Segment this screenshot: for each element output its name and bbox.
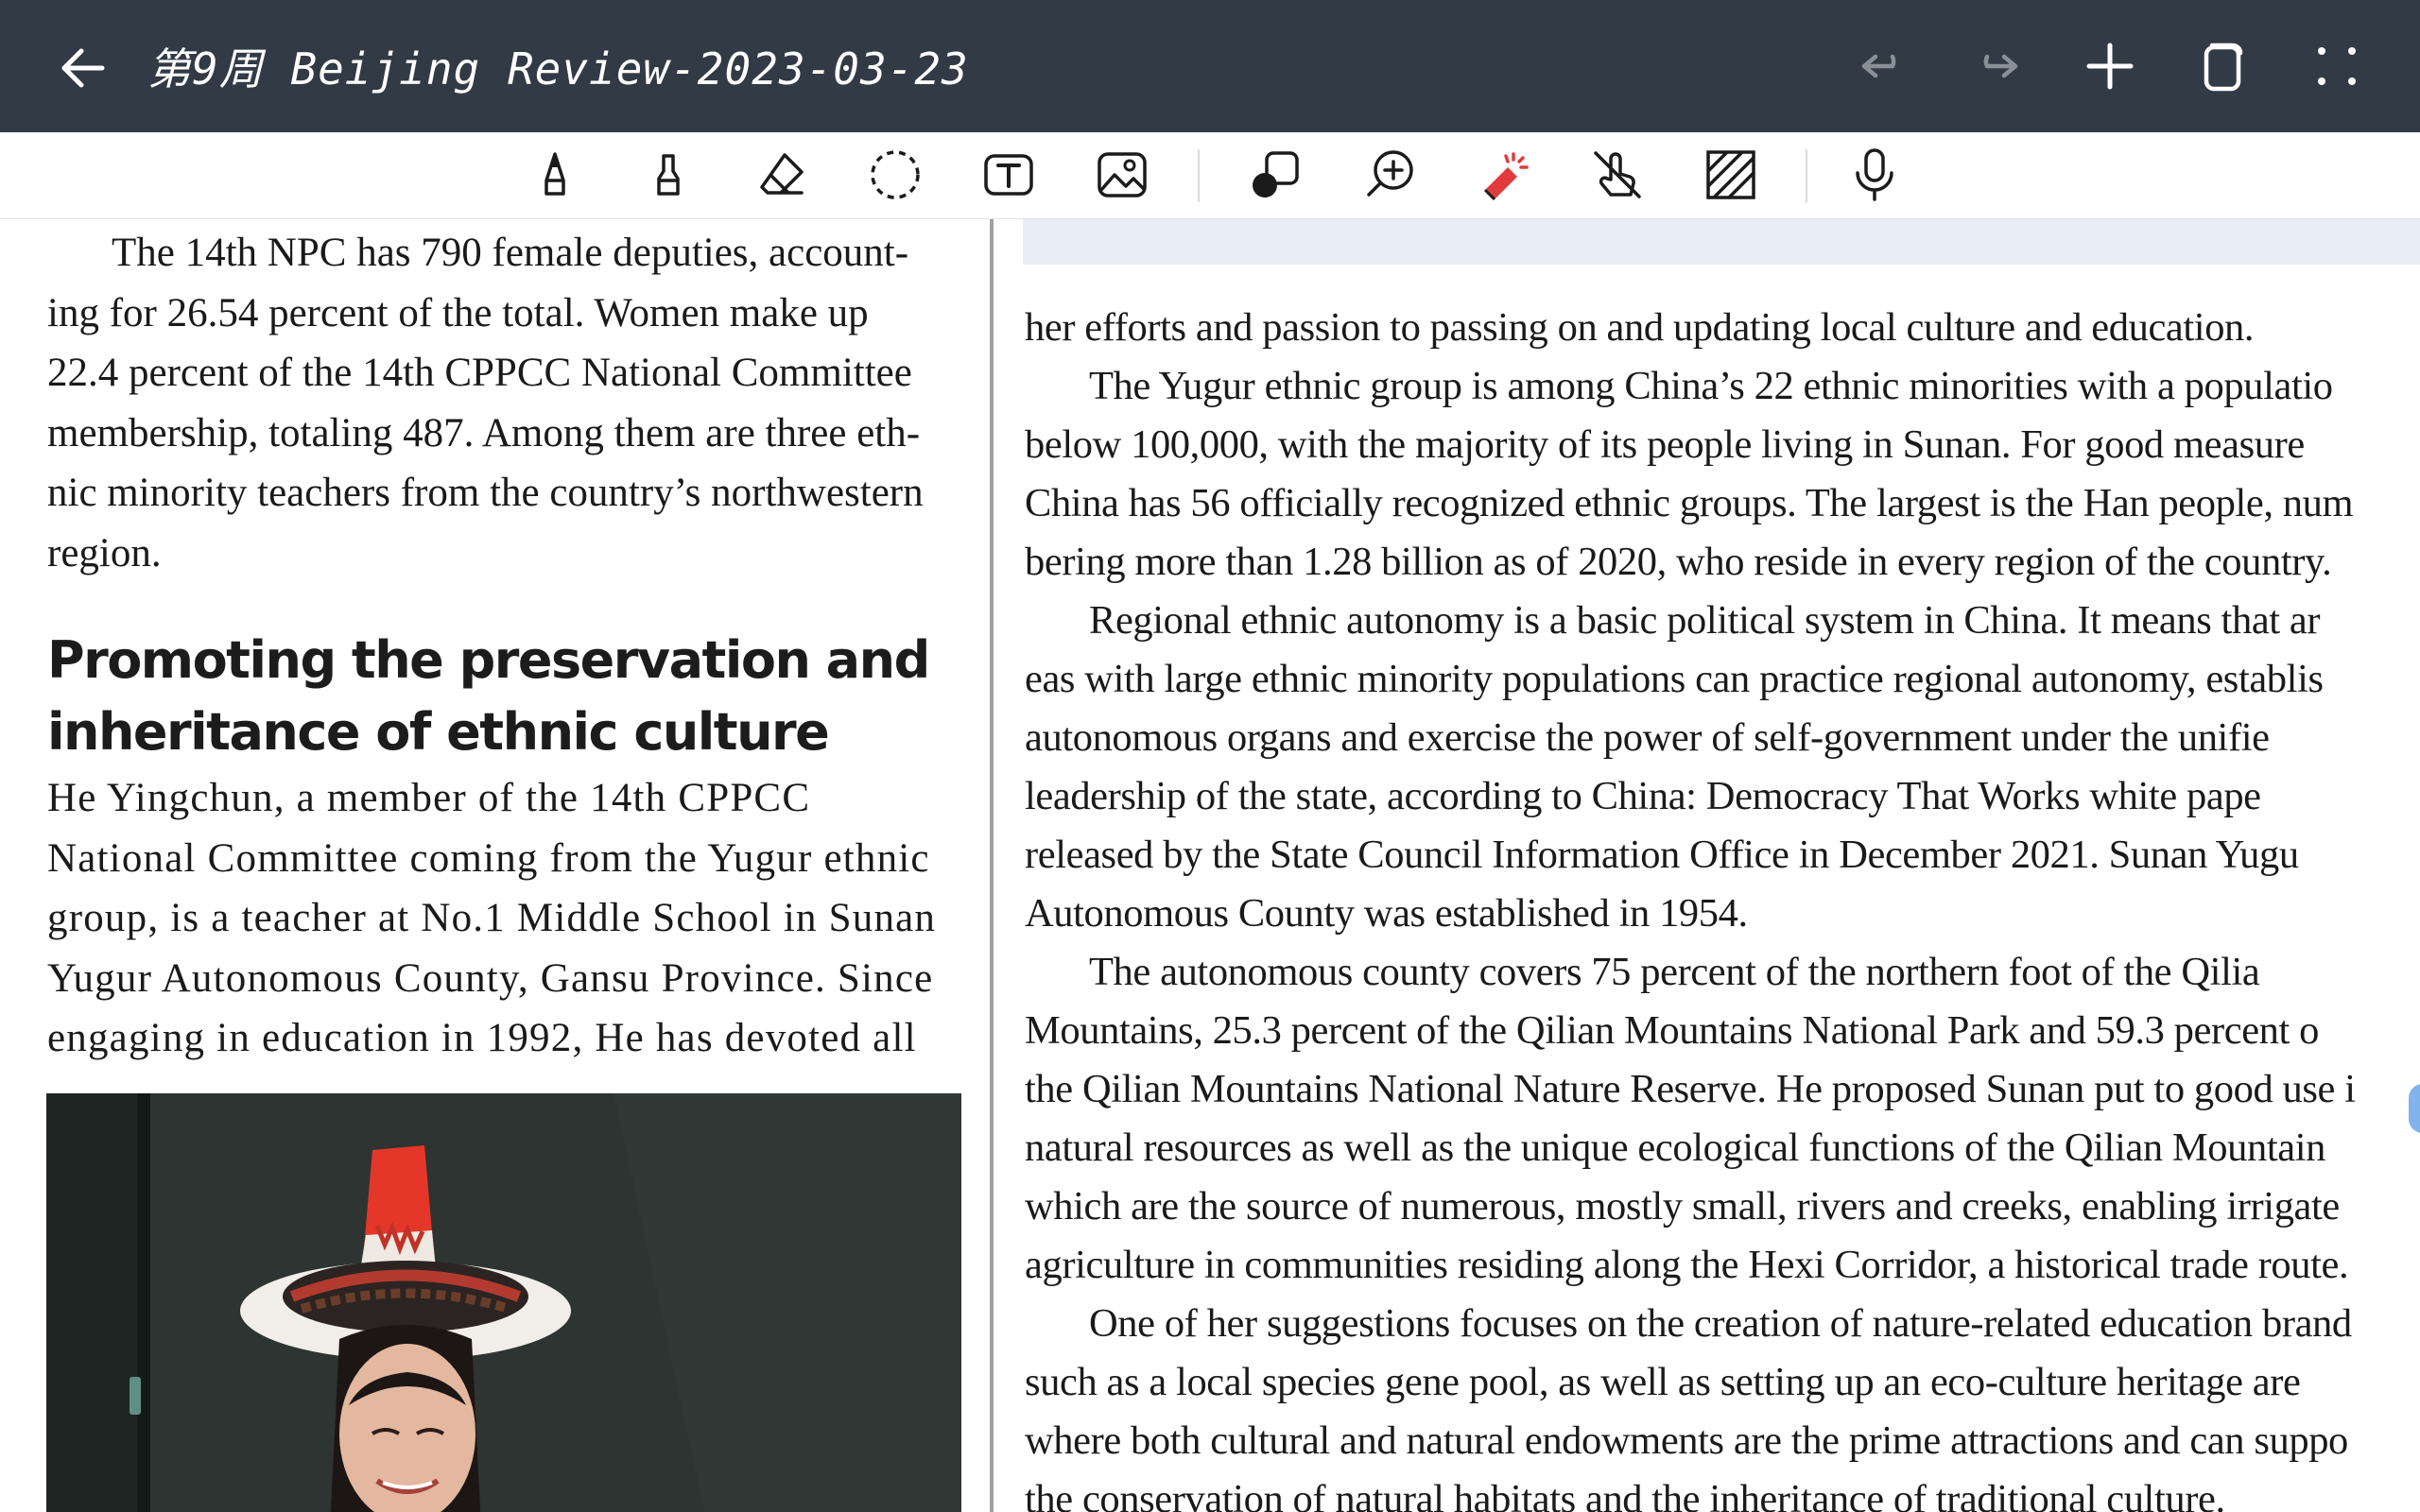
text-line: agriculture in communities residing alon…	[1025, 1243, 2349, 1287]
text-line: engaging in education in 1992, He has de…	[47, 1016, 917, 1060]
text-line: The autonomous county covers 75 percent …	[1089, 950, 2260, 994]
fullscreen-button[interactable]	[2307, 36, 2367, 96]
document-view[interactable]: The 14th NPC has 790 female deputies, ac…	[0, 219, 2420, 1512]
text-line: natural resources as well as the unique …	[1025, 1125, 2325, 1170]
image-icon	[1098, 152, 1147, 198]
title-actions	[1853, 0, 2420, 132]
text-line: ing for 26.54 percent of the total. Wome…	[47, 290, 869, 335]
eraser-tool[interactable]	[752, 146, 811, 204]
toolbar-separator	[1806, 149, 1807, 202]
paragraph: The 14th NPC has 790 female deputies, ac…	[47, 223, 960, 583]
eraser-icon	[760, 153, 804, 195]
redo-button[interactable]	[1966, 36, 2027, 96]
undo-icon	[1861, 54, 1896, 78]
text-line: below 100,000, with the majority of its …	[1025, 422, 2305, 467]
undo-button[interactable]	[1853, 36, 1913, 96]
text-line: Regional ethnic autonomy is a basic poli…	[1089, 598, 2321, 643]
highlighter-icon	[657, 154, 680, 196]
text-line: He Yingchun, a member of the 14th CPPCC	[47, 776, 811, 820]
pattern-icon	[1706, 150, 1755, 199]
text-line: membership, totaling 487. Among them are…	[47, 410, 921, 455]
text-line: her efforts and passion to passing on an…	[1025, 305, 2255, 350]
microphone-icon	[1856, 148, 1893, 201]
text-line: One of her suggestions focuses on the cr…	[1089, 1301, 2352, 1346]
text-line: Yugur Autonomous County, Gansu Province.…	[47, 955, 934, 1001]
copy-icon	[2204, 43, 2243, 92]
touch-draw-icon	[1594, 151, 1641, 198]
text-box-tool[interactable]	[979, 146, 1038, 204]
text-line: where both cultural and natural endowmen…	[1025, 1418, 2348, 1463]
lasso-icon	[871, 150, 920, 199]
text-line: released by the State Council Informatio…	[1025, 833, 2299, 877]
heading-line: inheritance of ethnic culture	[47, 702, 830, 762]
touch-draw-tool[interactable]	[1588, 146, 1647, 204]
laser-pointer-icon	[1483, 152, 1529, 201]
zoom-tool[interactable]	[1361, 146, 1420, 204]
arrow-left-icon	[61, 48, 105, 88]
text-line: leadership of the state, according to Ch…	[1025, 774, 2261, 818]
plus-icon	[2086, 43, 2134, 90]
text-line: 22.4 percent of the 14th CPPCC National …	[47, 351, 912, 395]
text-line: region.	[47, 530, 162, 576]
microphone-tool[interactable]	[1845, 146, 1904, 204]
paragraph: He Yingchun, a member of the 14th CPPCC …	[47, 768, 960, 1069]
copy-button[interactable]	[2193, 36, 2254, 96]
toolbar-separator	[1198, 149, 1200, 202]
text-line: the Qilian Mountains National Nature Res…	[1025, 1067, 2356, 1111]
text-box-icon	[984, 154, 1033, 196]
add-page-button[interactable]	[2080, 36, 2140, 96]
text-line: The Yugur ethnic group is among China’s …	[1089, 364, 2333, 408]
zoom-in-icon	[1367, 150, 1413, 197]
heading-line: Promoting the preservation and	[47, 630, 930, 690]
text-line: eas with large ethnic minority populatio…	[1025, 657, 2324, 701]
text-line: such as a local species gene pool, as we…	[1025, 1360, 2301, 1404]
photo-of-woman-in-yugur-hat	[46, 1093, 961, 1512]
document-title: 第9周 Beijing Review-2023-03-23	[147, 43, 969, 94]
page-divider	[990, 219, 994, 1512]
back-button[interactable]	[53, 38, 113, 98]
laser-pointer-tool[interactable]	[1475, 146, 1533, 204]
text-line: nic minority teachers from the country’s…	[47, 471, 924, 515]
shapes-icon	[1253, 151, 1299, 198]
annotation-toolbar	[0, 132, 2420, 219]
redo-icon	[1983, 54, 2018, 78]
pattern-tool[interactable]	[1702, 146, 1760, 204]
text-line: which are the source of numerous, mostly…	[1025, 1184, 2340, 1228]
text-line: China has 56 officially recognized ethni…	[1025, 481, 2354, 525]
right-page-column: her efforts and passion to passing on an…	[1025, 219, 2420, 1512]
image-tool[interactable]	[1093, 146, 1151, 204]
text-line: group, is a teacher at No.1 Middle Schoo…	[47, 896, 937, 940]
floating-assistant-handle[interactable]	[2409, 1084, 2420, 1133]
lasso-tool[interactable]	[866, 146, 925, 204]
text-line: Autonomous County was established in 195…	[1025, 891, 1748, 936]
text-line: autonomous organs and exercise the power…	[1025, 715, 2270, 760]
text-line: bering more than 1.28 billion as of 2020…	[1025, 540, 2332, 584]
fullscreen-icon	[2318, 47, 2356, 85]
title-bar: 第9周 Beijing Review-2023-03-23	[0, 0, 2420, 132]
shapes-tool[interactable]	[1246, 146, 1305, 204]
text-line: Mountains, 25.3 percent of the Qilian Mo…	[1025, 1008, 2320, 1053]
section-heading: Promoting the preservation and inheritan…	[47, 625, 960, 768]
text-line: the conservation of natural habitats and…	[1025, 1477, 2225, 1512]
highlighter-tool[interactable]	[639, 146, 698, 204]
text-line: National Committee coming from the Yugur…	[47, 835, 930, 881]
article-photo	[46, 1093, 961, 1512]
text-line: The 14th NPC has 790 female deputies, ac…	[112, 231, 909, 275]
pen-icon	[544, 152, 565, 196]
left-page-column: The 14th NPC has 790 female deputies, ac…	[47, 219, 960, 1069]
pen-tool[interactable]	[526, 146, 584, 204]
